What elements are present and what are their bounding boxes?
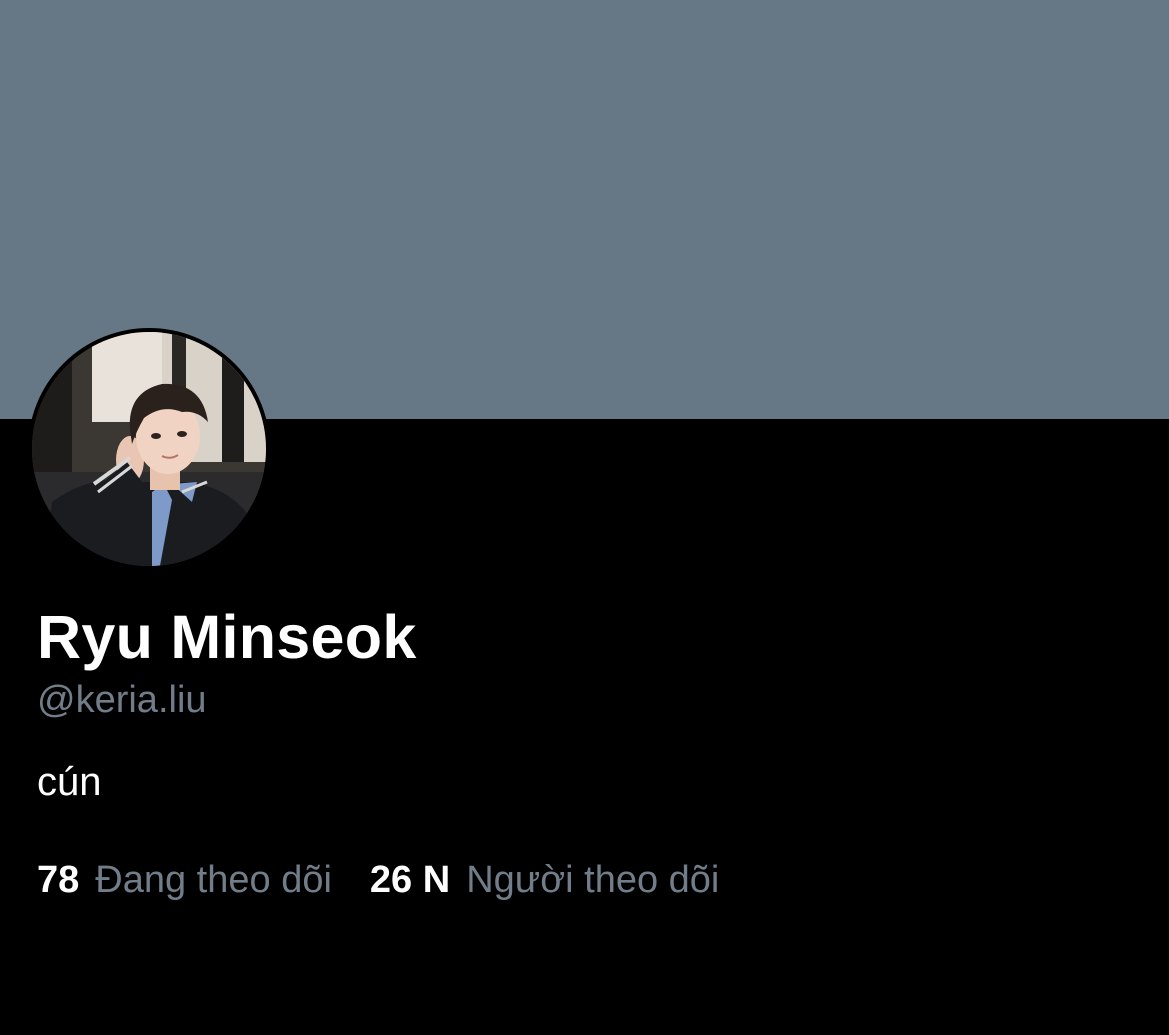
profile-handle: @keria.liu: [37, 679, 207, 721]
profile-avatar[interactable]: [28, 328, 270, 570]
profile-bio: cún: [37, 760, 102, 804]
followers-link[interactable]: 26 N Người theo dõi: [369, 859, 720, 902]
avatar-photo-icon: [32, 332, 266, 566]
profile-stats: 78 Đang theo dõi 26 N Người theo dõi: [37, 859, 720, 902]
following-label: Đang theo dõi: [95, 859, 332, 901]
profile-display-name: Ryu Minseok: [37, 603, 417, 671]
followers-count: 26 N: [369, 859, 451, 901]
following-count: 78: [37, 859, 80, 901]
followers-label: Người theo dõi: [466, 859, 720, 901]
following-link[interactable]: 78 Đang theo dõi: [37, 859, 332, 902]
profile-page: Ryu Minseok @keria.liu cún 78 Đang theo …: [0, 0, 1169, 1035]
